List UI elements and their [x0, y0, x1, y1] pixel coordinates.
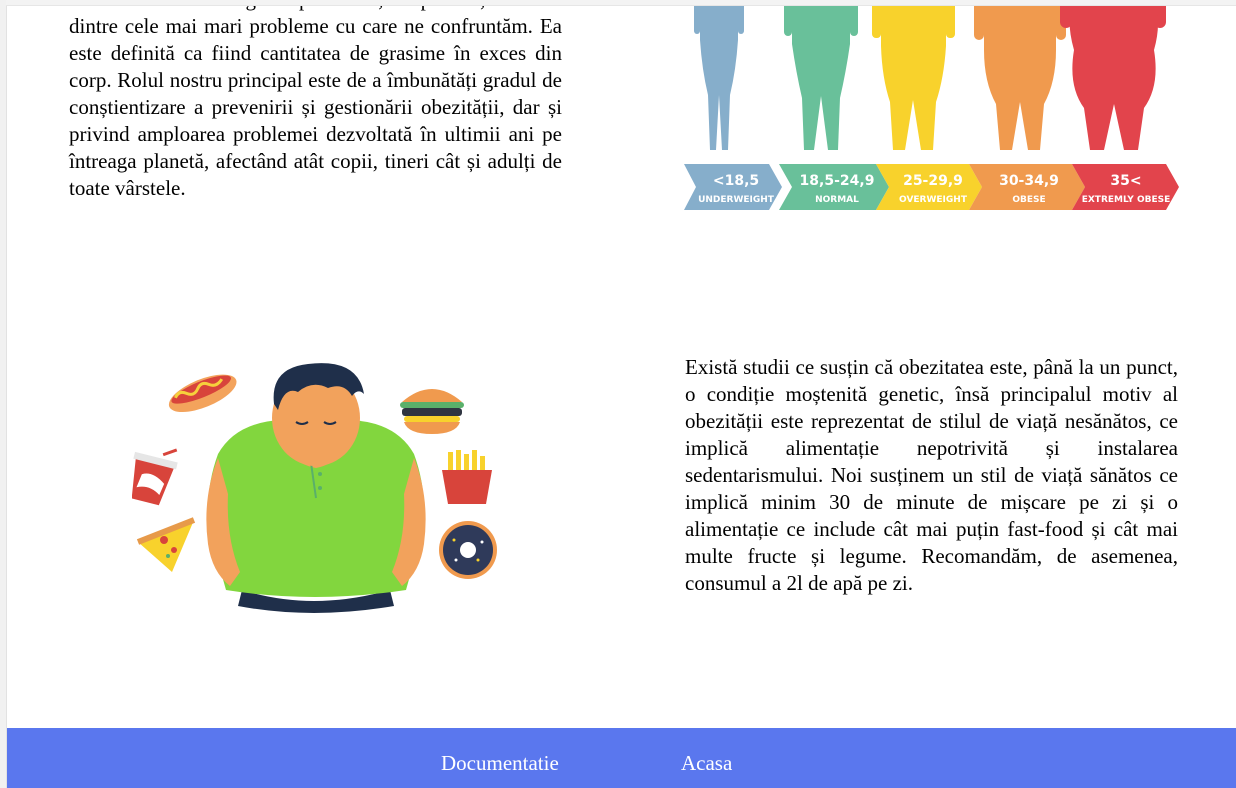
donut-icon [439, 521, 497, 579]
page: Una dintre cele mai grave probleme, deop… [0, 0, 1236, 788]
bmi-range-extremely-obese: 35< [1110, 173, 1141, 189]
bmi-arrow-extremely-obese: 35< EXTREMLY OBESE [1072, 164, 1179, 210]
bmi-label-overweight: OVERWEIGHT [899, 195, 968, 205]
bmi-range-normal: 18,5-24,9 [800, 173, 875, 189]
footer-nav: Documentatie Acasa [7, 728, 1236, 788]
documentation-link[interactable]: Documentatie [441, 750, 559, 776]
bmi-arrow-overweight: 25-29,9 OVERWEIGHT [876, 164, 982, 210]
bmi-range-obese: 30-34,9 [999, 173, 1059, 189]
window-top-edge [6, 0, 1236, 6]
silhouette-underweight [694, 0, 744, 150]
bmi-arrow-obese: 30-34,9 OBESE [969, 164, 1085, 210]
bmi-label-extremely-obese: EXTREMLY OBESE [1082, 195, 1171, 205]
bmi-arrow-normal: 18,5-24,9 NORMAL [779, 164, 889, 210]
bmi-range-overweight: 25-29,9 [903, 173, 963, 189]
silhouette-normal [784, 0, 858, 150]
bmi-label-underweight: UNDERWEIGHT [698, 195, 775, 205]
genetics-lifestyle-paragraph: Există studii ce susțin că obezitatea es… [685, 355, 1178, 595]
home-link[interactable]: Acasa [681, 750, 732, 776]
window-left-edge [0, 0, 7, 788]
pizza-slice-icon [136, 517, 196, 572]
obese-person-figure [206, 363, 426, 613]
silhouette-overweight [872, 0, 955, 150]
bmi-label-normal: NORMAL [815, 195, 859, 205]
hot-dog-icon [168, 374, 237, 413]
bmi-label-obese: OBESE [1012, 195, 1045, 205]
silhouette-extremely-obese [1060, 0, 1166, 150]
silhouette-obese [974, 0, 1066, 150]
bmi-categories-chart: <18,5 UNDERWEIGHT 18,5-24,9 NORMAL 25-29… [684, 0, 1179, 210]
soda-cup-icon [132, 448, 178, 506]
obesity-definition-paragraph: Una dintre cele mai grave probleme, deop… [69, 0, 562, 200]
fries-icon [442, 450, 492, 504]
bmi-range-underweight: <18,5 [713, 173, 759, 189]
obese-person-illustration [132, 363, 497, 613]
bmi-arrow-underweight: <18,5 UNDERWEIGHT [684, 164, 782, 210]
burger-icon [400, 389, 464, 434]
